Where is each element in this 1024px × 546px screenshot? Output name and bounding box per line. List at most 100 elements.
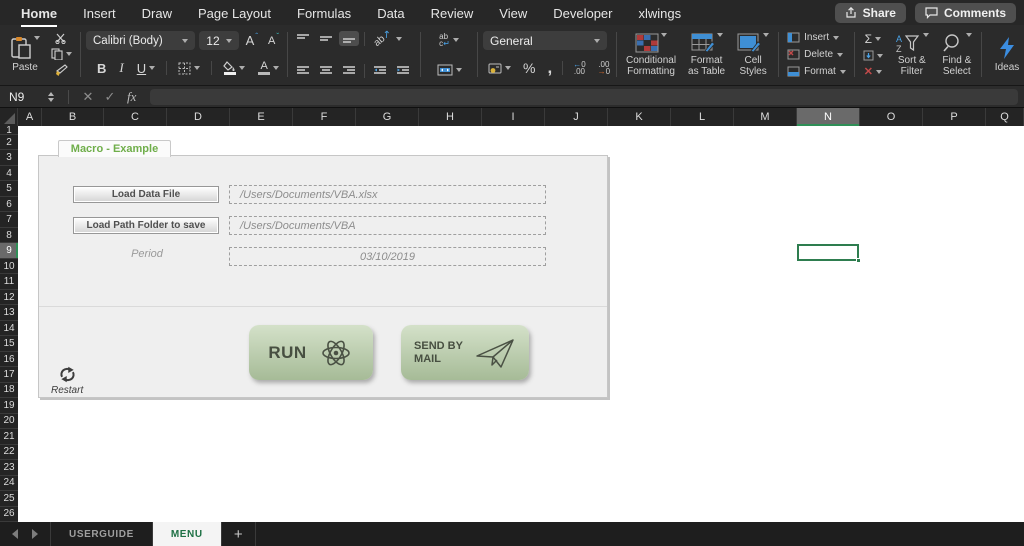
ideas-button[interactable]: Ideas bbox=[987, 29, 1024, 80]
conditional-formatting-button[interactable]: Conditional Formatting bbox=[622, 29, 680, 80]
increase-indent-button[interactable] bbox=[393, 63, 413, 78]
row-header-3[interactable]: 3 bbox=[0, 150, 18, 166]
menu-item-view[interactable]: View bbox=[486, 2, 540, 24]
percent-button[interactable]: % bbox=[520, 58, 538, 78]
column-header-e[interactable]: E bbox=[230, 108, 293, 126]
run-button[interactable]: RUN bbox=[249, 325, 373, 380]
cut-button[interactable] bbox=[48, 31, 75, 46]
font-color-button[interactable]: A bbox=[255, 59, 282, 77]
decrease-decimal-button[interactable]: .00 →0 bbox=[595, 59, 613, 77]
column-header-o[interactable]: O bbox=[860, 108, 923, 126]
menu-item-formulas[interactable]: Formulas bbox=[284, 2, 364, 24]
menu-item-insert[interactable]: Insert bbox=[70, 2, 129, 24]
column-header-i[interactable]: I bbox=[482, 108, 545, 126]
column-header-g[interactable]: G bbox=[356, 108, 419, 126]
find-select-button[interactable]: Find & Select bbox=[938, 29, 976, 80]
save-folder-path-field[interactable]: /Users/Documents/VBA bbox=[229, 216, 546, 235]
align-middle-button[interactable] bbox=[316, 31, 336, 46]
sheet-tab-menu[interactable]: MENU bbox=[152, 522, 222, 546]
row-header-25[interactable]: 25 bbox=[0, 491, 18, 507]
row-header-2[interactable]: 2 bbox=[0, 135, 18, 151]
row-header-16[interactable]: 16 bbox=[0, 352, 18, 368]
menu-item-page-layout[interactable]: Page Layout bbox=[185, 2, 284, 24]
name-box[interactable]: N9 bbox=[0, 90, 48, 104]
column-header-n[interactable]: N bbox=[797, 108, 860, 126]
row-header-6[interactable]: 6 bbox=[0, 197, 18, 213]
row-header-7[interactable]: 7 bbox=[0, 212, 18, 228]
menu-item-xlwings[interactable]: xlwings bbox=[626, 2, 695, 24]
align-left-button[interactable] bbox=[293, 63, 313, 78]
format-cells-button[interactable]: Format bbox=[784, 64, 849, 79]
period-field[interactable]: 03/10/2019 bbox=[229, 247, 546, 266]
menu-item-review[interactable]: Review bbox=[418, 2, 487, 24]
column-header-d[interactable]: D bbox=[167, 108, 230, 126]
column-header-p[interactable]: P bbox=[923, 108, 986, 126]
align-top-button[interactable] bbox=[293, 31, 313, 46]
clear-button[interactable]: ✕ bbox=[860, 63, 886, 80]
row-header-4[interactable]: 4 bbox=[0, 166, 18, 182]
accounting-format-button[interactable] bbox=[485, 61, 514, 76]
orientation-button[interactable]: ab↗ bbox=[370, 28, 405, 49]
column-header-b[interactable]: B bbox=[42, 108, 104, 126]
row-header-21[interactable]: 21 bbox=[0, 429, 18, 445]
row-header-12[interactable]: 12 bbox=[0, 290, 18, 306]
load-data-file-button[interactable]: Load Data File bbox=[73, 186, 219, 203]
row-header-8[interactable]: 8 bbox=[0, 228, 18, 244]
wrap-text-button[interactable]: ab c↵ bbox=[426, 31, 472, 49]
load-path-folder-button[interactable]: Load Path Folder to save bbox=[73, 217, 219, 234]
row-header-10[interactable]: 10 bbox=[0, 259, 18, 275]
font-size-select[interactable]: 12 bbox=[199, 31, 239, 50]
menu-item-draw[interactable]: Draw bbox=[129, 2, 185, 24]
formula-input[interactable] bbox=[150, 88, 1018, 105]
insert-cells-button[interactable]: Insert bbox=[784, 30, 849, 45]
column-header-f[interactable]: F bbox=[293, 108, 356, 126]
decrease-indent-button[interactable] bbox=[370, 63, 390, 78]
row-header-14[interactable]: 14 bbox=[0, 321, 18, 337]
format-as-table-button[interactable]: Format as Table bbox=[684, 29, 729, 80]
selected-cell-n9[interactable] bbox=[797, 244, 861, 263]
comma-button[interactable]: , bbox=[544, 59, 555, 76]
send-by-mail-button[interactable]: SEND BY MAIL bbox=[401, 325, 529, 380]
name-box-stepper[interactable] bbox=[48, 91, 54, 102]
row-header-17[interactable]: 17 bbox=[0, 367, 18, 383]
bold-button[interactable]: B bbox=[94, 59, 109, 78]
row-header-1[interactable]: 1 bbox=[0, 126, 18, 135]
row-header-19[interactable]: 19 bbox=[0, 398, 18, 414]
comments-button[interactable]: Comments bbox=[914, 2, 1016, 23]
row-header-9[interactable]: 9 bbox=[0, 243, 18, 259]
data-file-path-field[interactable]: /Users/Documents/VBA.xlsx bbox=[229, 185, 546, 204]
row-header-13[interactable]: 13 bbox=[0, 305, 18, 321]
format-painter-button[interactable] bbox=[48, 62, 75, 78]
column-header-q[interactable]: Q bbox=[986, 108, 1024, 126]
font-name-select[interactable]: Calibri (Body) bbox=[86, 31, 196, 50]
share-button[interactable]: Share bbox=[834, 2, 906, 23]
row-header-20[interactable]: 20 bbox=[0, 414, 18, 430]
column-header-c[interactable]: C bbox=[104, 108, 167, 126]
next-sheet-arrow[interactable] bbox=[32, 529, 38, 539]
column-header-l[interactable]: L bbox=[671, 108, 734, 126]
align-bottom-button[interactable] bbox=[339, 31, 359, 46]
row-header-24[interactable]: 24 bbox=[0, 476, 18, 492]
select-all-corner[interactable] bbox=[0, 108, 18, 126]
row-header-23[interactable]: 23 bbox=[0, 460, 18, 476]
menu-item-developer[interactable]: Developer bbox=[540, 2, 625, 24]
borders-button[interactable] bbox=[175, 60, 203, 77]
fill-button[interactable] bbox=[860, 48, 886, 63]
fill-handle[interactable] bbox=[856, 258, 861, 263]
increase-decimal-button[interactable]: ←0.00 bbox=[570, 59, 588, 77]
underline-button[interactable]: U bbox=[134, 59, 158, 78]
menu-item-data[interactable]: Data bbox=[364, 2, 417, 24]
row-header-11[interactable]: 11 bbox=[0, 274, 18, 290]
cell-styles-button[interactable]: Cell Styles bbox=[733, 29, 773, 80]
menu-item-home[interactable]: Home bbox=[8, 2, 70, 27]
copy-button[interactable] bbox=[48, 46, 75, 62]
delete-cells-button[interactable]: Delete bbox=[784, 47, 849, 62]
align-center-button[interactable] bbox=[316, 63, 336, 78]
italic-button[interactable]: I bbox=[116, 58, 126, 78]
row-header-22[interactable]: 22 bbox=[0, 445, 18, 461]
align-right-button[interactable] bbox=[339, 63, 359, 78]
sheet-tab-userguide[interactable]: USERGUIDE bbox=[51, 522, 153, 546]
confirm-formula-button[interactable]: ✓ bbox=[99, 89, 121, 105]
row-header-15[interactable]: 15 bbox=[0, 336, 18, 352]
paste-button[interactable]: Paste bbox=[6, 29, 44, 80]
